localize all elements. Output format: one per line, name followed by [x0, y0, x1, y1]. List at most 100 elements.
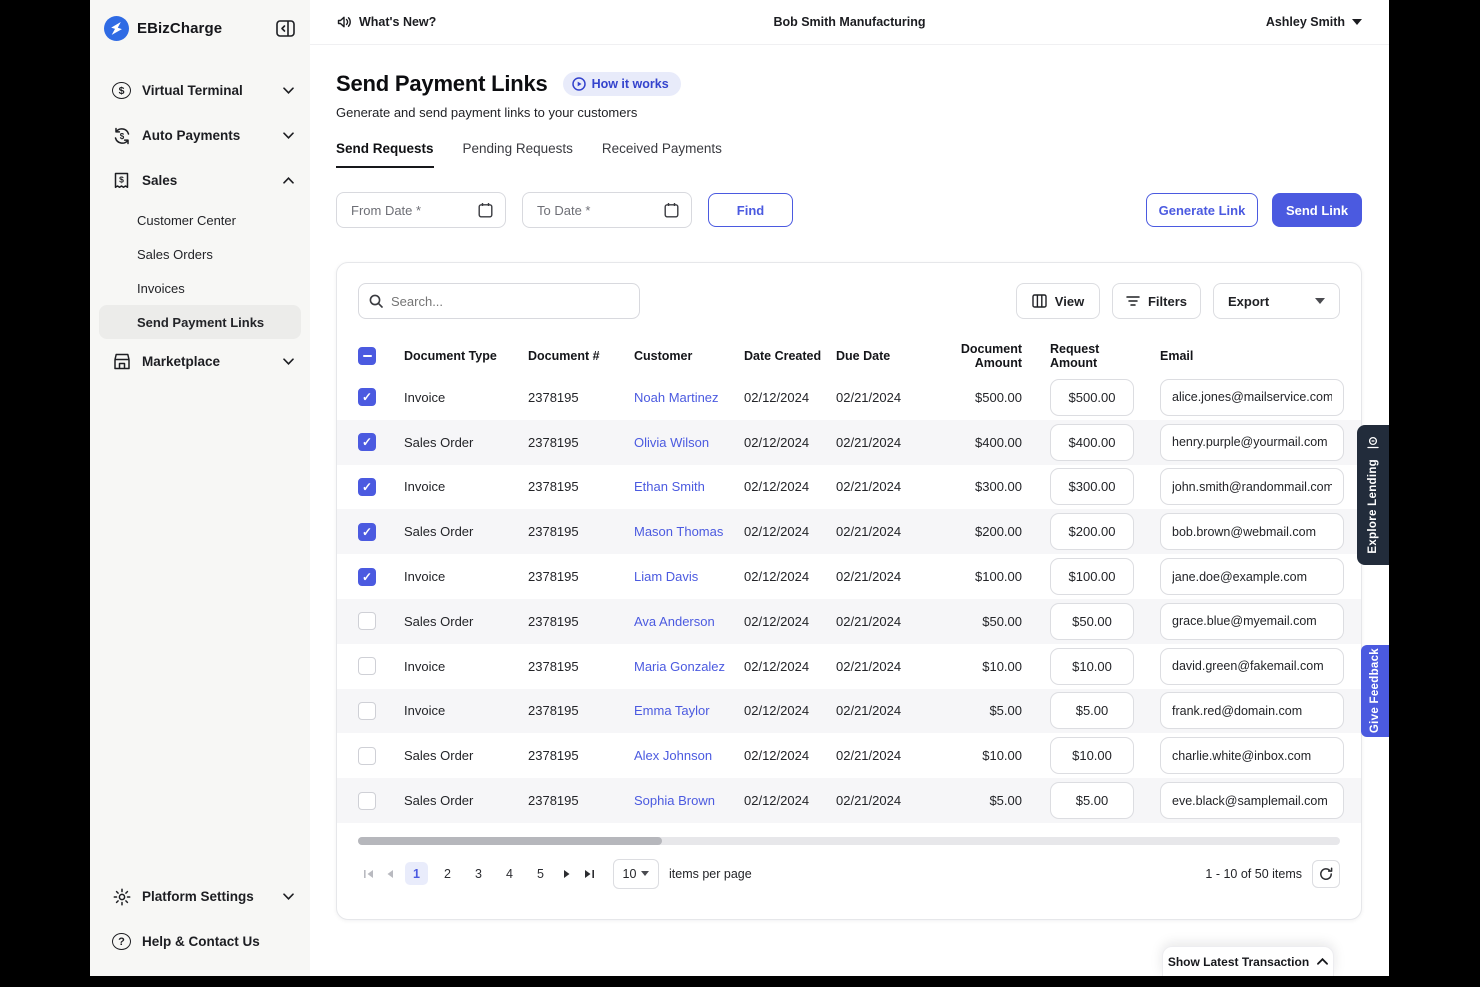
row-checkbox[interactable]: ✓ [358, 388, 376, 406]
date-created-cell: 02/12/2024 [744, 748, 836, 763]
pagination-bar: 1 2 3 4 5 10 items per page [337, 845, 1361, 889]
tab-send-requests[interactable]: Send Requests [336, 141, 434, 168]
sidebar-item-marketplace[interactable]: Marketplace [90, 339, 310, 384]
email-input[interactable] [1160, 603, 1344, 640]
customer-link[interactable]: Ava Anderson [634, 614, 744, 629]
select-all-checkbox[interactable] [358, 347, 376, 365]
previous-page-icon[interactable] [380, 864, 400, 884]
email-input[interactable] [1160, 558, 1344, 595]
row-checkbox[interactable]: ✓ [358, 568, 376, 586]
sidebar-item-invoices[interactable]: Invoices [99, 271, 301, 305]
from-date-input[interactable]: From Date * [336, 192, 506, 228]
email-input[interactable] [1160, 737, 1344, 774]
export-dropdown[interactable]: Export [1213, 283, 1340, 319]
first-page-icon[interactable] [358, 864, 378, 884]
row-checkbox[interactable]: ✓ [358, 747, 376, 765]
horizontal-scrollbar[interactable] [358, 837, 1340, 845]
tab-pending-requests[interactable]: Pending Requests [463, 141, 573, 168]
customer-link[interactable]: Olivia Wilson [634, 435, 744, 450]
email-input[interactable] [1160, 379, 1344, 416]
request-amount-input[interactable] [1050, 513, 1134, 550]
col-document-type: Document Type [404, 349, 528, 363]
row-checkbox[interactable]: ✓ [358, 433, 376, 451]
sidebar-item-help-contact[interactable]: ? Help & Contact Us [90, 919, 310, 964]
request-amount-input[interactable] [1050, 782, 1134, 819]
email-input[interactable] [1160, 648, 1344, 685]
sidebar-nav: $ Virtual Terminal $ Auto Payments [90, 56, 310, 384]
pagination-range: 1 - 10 of 50 items [1205, 867, 1302, 881]
customer-link[interactable]: Liam Davis [634, 569, 744, 584]
date-created-cell: 02/12/2024 [744, 659, 836, 674]
page-number[interactable]: 2 [436, 862, 459, 885]
row-checkbox[interactable]: ✓ [358, 792, 376, 810]
topbar: What's New? Bob Smith Manufacturing Ashl… [310, 0, 1389, 45]
find-button[interactable]: Find [708, 193, 793, 227]
sidebar-item-label: Help & Contact Us [142, 934, 260, 949]
send-link-button[interactable]: Send Link [1272, 193, 1362, 227]
sidebar-item-sales-orders[interactable]: Sales Orders [99, 237, 301, 271]
request-amount-input[interactable] [1050, 379, 1134, 416]
customer-link[interactable]: Noah Martinez [634, 390, 744, 405]
request-amount-input[interactable] [1050, 692, 1134, 729]
view-button[interactable]: View [1016, 283, 1100, 319]
customer-link[interactable]: Maria Gonzalez [634, 659, 744, 674]
calendar-icon[interactable] [664, 202, 679, 218]
storefront-icon [112, 353, 131, 370]
sidebar-item-platform-settings[interactable]: Platform Settings [90, 874, 310, 919]
row-checkbox[interactable]: ✓ [358, 523, 376, 541]
email-input[interactable] [1160, 468, 1344, 505]
email-input[interactable] [1160, 692, 1344, 729]
email-input[interactable] [1160, 782, 1344, 819]
customer-link[interactable]: Mason Thomas [634, 524, 744, 539]
customer-link[interactable]: Emma Taylor [634, 703, 744, 718]
explore-lending-tab[interactable]: Explore Lending [1357, 425, 1389, 565]
sidebar-item-customer-center[interactable]: Customer Center [99, 203, 301, 237]
request-amount-input[interactable] [1050, 648, 1134, 685]
filters-button[interactable]: Filters [1112, 283, 1201, 319]
row-checkbox[interactable]: ✓ [358, 612, 376, 630]
request-amount-input[interactable] [1050, 558, 1134, 595]
search-box[interactable] [358, 283, 640, 319]
page-size-select[interactable]: 10 [613, 859, 659, 889]
document-amount-cell: $100.00 [924, 569, 1036, 584]
email-input[interactable] [1160, 513, 1344, 550]
give-feedback-tab[interactable]: Give Feedback [1361, 645, 1389, 737]
to-date-input[interactable]: To Date * [522, 192, 692, 228]
email-input[interactable] [1160, 424, 1344, 461]
row-checkbox[interactable]: ✓ [358, 478, 376, 496]
sidebar-item-sales[interactable]: $ Sales [90, 158, 310, 203]
ebizcharge-logo-icon [104, 16, 129, 41]
last-page-icon[interactable] [579, 864, 599, 884]
scrollbar-thumb[interactable] [358, 837, 662, 845]
page-number[interactable]: 4 [498, 862, 521, 885]
whats-new-button[interactable]: What's New? [337, 15, 436, 29]
page-number[interactable]: 5 [529, 862, 552, 885]
calendar-icon[interactable] [478, 202, 493, 218]
page-number[interactable]: 3 [467, 862, 490, 885]
request-amount-input[interactable] [1050, 424, 1134, 461]
row-checkbox[interactable]: ✓ [358, 702, 376, 720]
search-input[interactable] [391, 294, 629, 309]
request-amount-input[interactable] [1050, 603, 1134, 640]
request-amount-input[interactable] [1050, 468, 1134, 505]
sidebar-collapse-icon[interactable] [276, 20, 295, 37]
customer-link[interactable]: Alex Johnson [634, 748, 744, 763]
page-number[interactable]: 1 [405, 862, 428, 885]
row-checkbox[interactable]: ✓ [358, 657, 376, 675]
customer-link[interactable]: Ethan Smith [634, 479, 744, 494]
logo-text: EBizCharge [137, 20, 222, 37]
refresh-button[interactable] [1312, 860, 1340, 888]
next-page-icon[interactable] [557, 864, 577, 884]
generate-link-button[interactable]: Generate Link [1146, 193, 1258, 227]
sidebar-item-auto-payments[interactable]: $ Auto Payments [90, 113, 310, 158]
sidebar-item-virtual-terminal[interactable]: $ Virtual Terminal [90, 68, 310, 113]
tab-received-payments[interactable]: Received Payments [602, 141, 722, 168]
table-row: ✓ Sales Order 2378195 Ava Anderson 02/12… [337, 599, 1361, 644]
user-menu[interactable]: Ashley Smith [1266, 15, 1362, 29]
show-latest-transaction-button[interactable]: Show Latest Transaction [1162, 946, 1334, 976]
customer-link[interactable]: Sophia Brown [634, 793, 744, 808]
how-it-works-button[interactable]: How it works [563, 72, 681, 96]
sidebar-item-send-payment-links[interactable]: Send Payment Links [99, 305, 301, 339]
logo-row: EBizCharge [90, 0, 310, 56]
request-amount-input[interactable] [1050, 737, 1134, 774]
